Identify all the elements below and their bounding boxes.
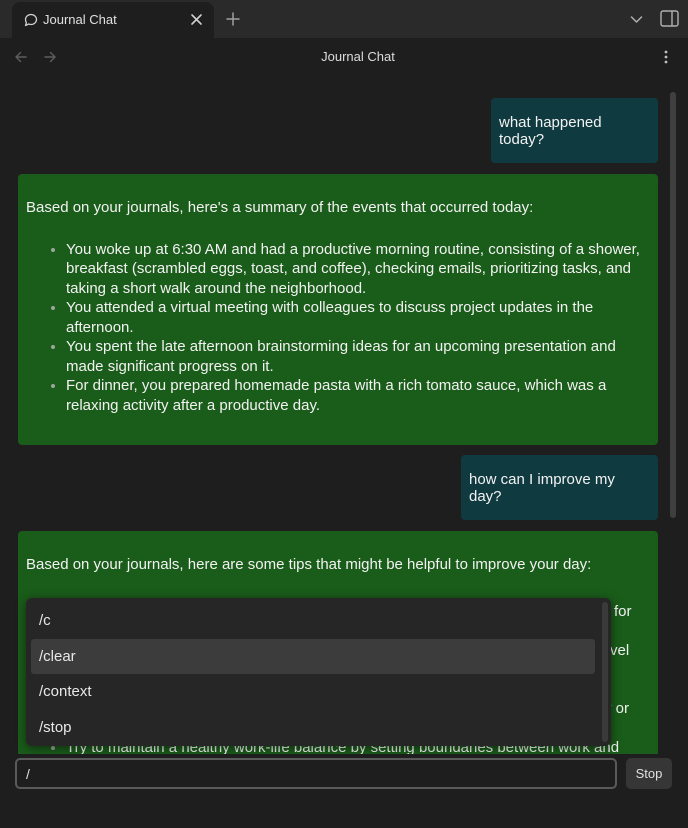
assistant-message-intro: Based on your journals, here are some ti… — [26, 556, 592, 573]
chat-bubble-icon — [24, 13, 38, 27]
chevron-down-icon[interactable] — [629, 12, 644, 27]
close-icon[interactable] — [189, 12, 204, 27]
list-item: For dinner, you prepared homemade pasta … — [66, 376, 650, 415]
user-message: what happened today? — [491, 98, 658, 163]
stop-button[interactable]: Stop — [626, 758, 672, 789]
list-item: You woke up at 6:30 AM and had a product… — [66, 240, 650, 299]
view-header: Journal Chat — [0, 38, 688, 76]
list-item: You attended a virtual meeting with coll… — [66, 298, 650, 337]
assistant-message: Based on your journals, here's a summary… — [18, 174, 658, 445]
user-message: how can I improve my day? — [461, 455, 658, 520]
suggestion-item-selected[interactable]: /clear — [31, 639, 595, 674]
suggestion-item[interactable]: /stop — [31, 710, 595, 745]
input-bar: Stop — [0, 754, 688, 828]
more-options-icon[interactable] — [659, 49, 673, 65]
tab-journal-chat[interactable]: Journal Chat — [12, 2, 214, 38]
tab-bar: Journal Chat — [0, 0, 688, 38]
page-title: Journal Chat — [321, 49, 395, 64]
user-message-text: what happened today? — [499, 113, 602, 148]
chat-scrollbar[interactable] — [670, 92, 676, 518]
tab-title: Journal Chat — [43, 12, 117, 27]
assistant-message-list: You woke up at 6:30 AM and had a product… — [26, 240, 650, 416]
text-fragment: for — [614, 603, 632, 620]
suggestion-item[interactable]: /c — [31, 603, 595, 638]
suggestions-scrollbar[interactable] — [602, 602, 608, 742]
plus-icon[interactable] — [225, 11, 241, 27]
command-suggestions: /c /clear /context /stop — [26, 598, 611, 746]
chat-input[interactable] — [15, 758, 617, 789]
assistant-message-intro: Based on your journals, here's a summary… — [26, 199, 534, 216]
suggestion-item[interactable]: /context — [31, 674, 595, 709]
list-item: You spent the late afternoon brainstormi… — [66, 337, 650, 376]
text-fragment: vel — [610, 642, 630, 659]
user-message-text: how can I improve my day? — [469, 470, 615, 505]
sidebar-toggle-icon[interactable] — [660, 10, 679, 27]
